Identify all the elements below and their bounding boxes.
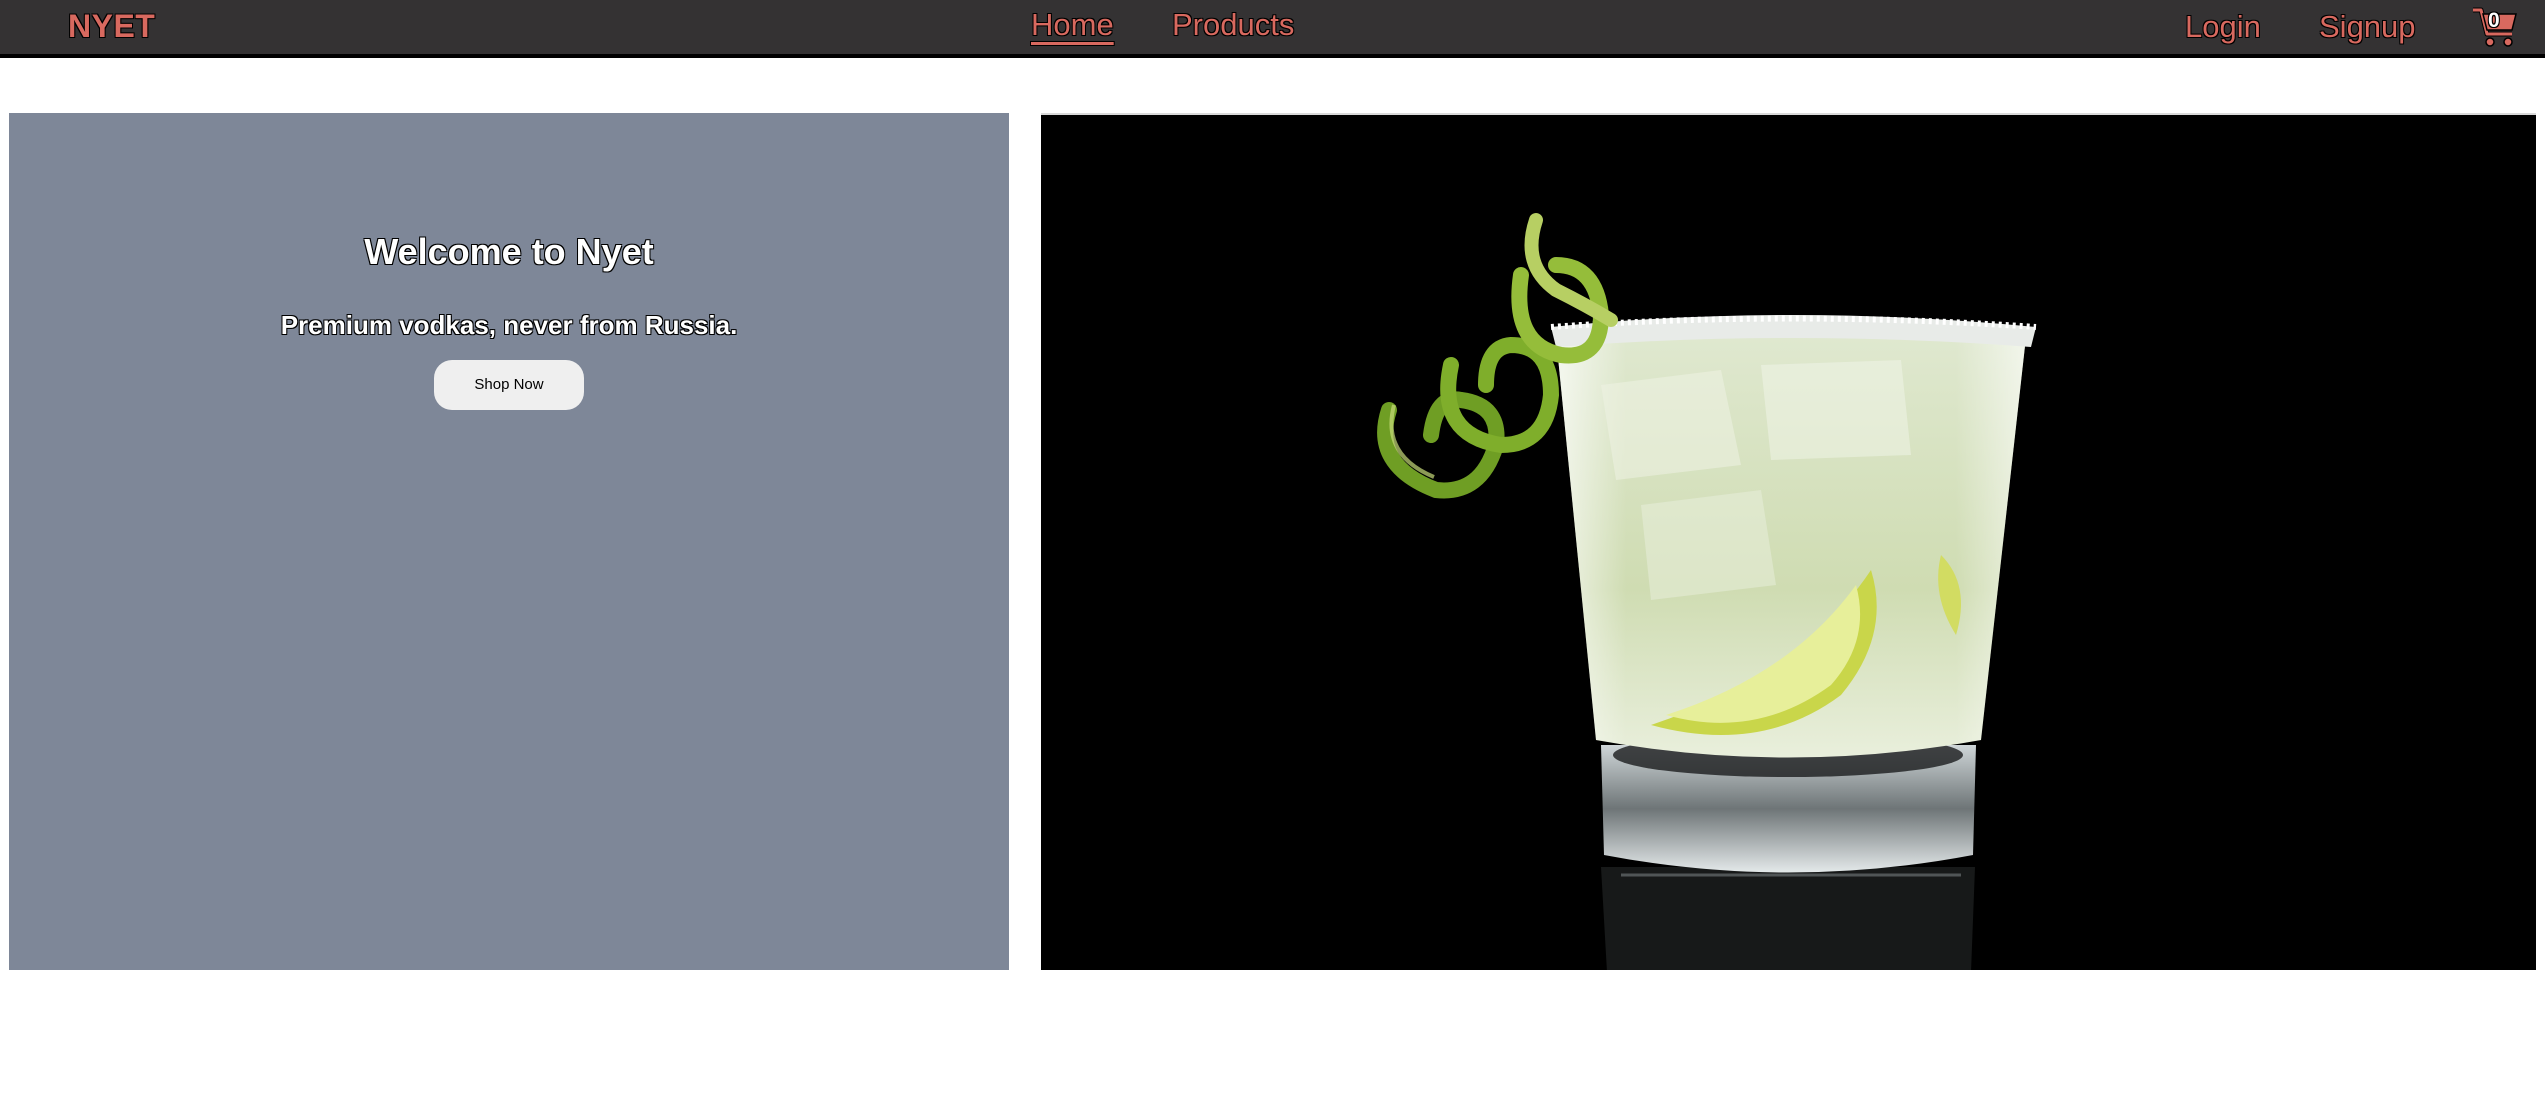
- cocktail-image: [1041, 113, 2536, 970]
- cart-button[interactable]: 0: [2470, 4, 2520, 50]
- top-navbar: NYET Home Products Login Signup 0: [0, 0, 2545, 58]
- cart-count-badge: 0: [2488, 9, 2500, 32]
- shop-now-button[interactable]: Shop Now: [434, 360, 584, 410]
- login-link[interactable]: Login: [2185, 9, 2261, 45]
- hero-panel: Welcome to Nyet Premium vodkas, never fr…: [9, 113, 1009, 970]
- nav-link-home[interactable]: Home: [1031, 7, 1114, 43]
- hero-title: Welcome to Nyet: [364, 231, 654, 272]
- signup-link[interactable]: Signup: [2319, 9, 2416, 45]
- brand-logo[interactable]: NYET: [68, 8, 155, 45]
- nav-link-products[interactable]: Products: [1172, 7, 1294, 43]
- hero-subtitle: Premium vodkas, never from Russia.: [280, 310, 738, 340]
- cocktail-illustration: [1377, 213, 2037, 970]
